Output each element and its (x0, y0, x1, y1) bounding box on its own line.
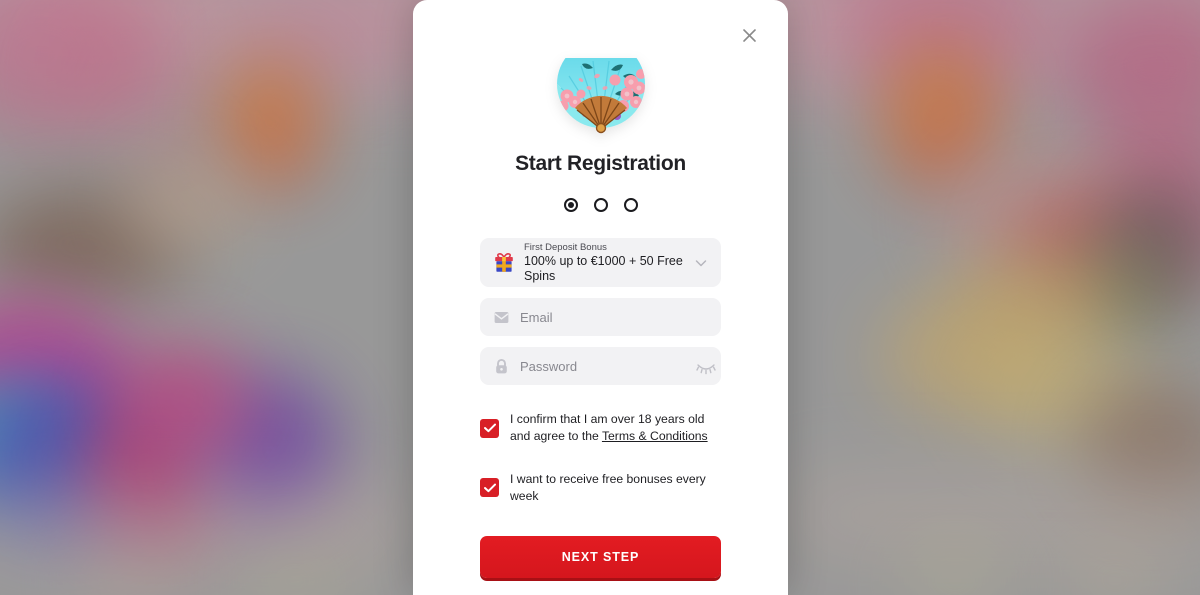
password-input[interactable] (520, 358, 696, 374)
age-terms-checkbox[interactable] (480, 418, 499, 438)
password-field[interactable] (480, 347, 721, 385)
terms-conditions-link[interactable]: Terms & Conditions (602, 429, 708, 443)
step-indicator (413, 198, 788, 212)
bonus-value: 100% up to €1000 + 50 Free Spins (524, 253, 683, 283)
email-field[interactable] (480, 298, 721, 336)
gift-box-icon (493, 252, 515, 274)
marketing-checkbox[interactable] (480, 478, 499, 498)
age-terms-row: I confirm that I am over 18 years old an… (480, 411, 721, 446)
bonus-text: First Deposit Bonus 100% up to €1000 + 5… (524, 242, 693, 284)
age-terms-label: I confirm that I am over 18 years old an… (510, 411, 721, 446)
marketing-row: I want to receive free bonuses every wee… (480, 471, 721, 506)
page-title: Start Registration (515, 152, 686, 175)
consent-checkboxes: I confirm that I am over 18 years old an… (480, 411, 721, 505)
envelope-icon (493, 309, 510, 326)
step-dot-2[interactable] (593, 198, 608, 212)
marketing-label: I want to receive free bonuses every wee… (510, 471, 706, 503)
next-step-button[interactable]: NEXT STEP (480, 536, 721, 579)
eye-off-icon[interactable] (696, 362, 716, 378)
step-dot-1[interactable] (563, 198, 578, 212)
registration-modal: Start Registration First Deposit Bonus 1… (413, 0, 788, 595)
bonus-label: First Deposit Bonus (524, 241, 607, 253)
step-dot-3[interactable] (623, 198, 638, 212)
email-input[interactable] (520, 309, 709, 325)
chevron-down-icon[interactable] (693, 255, 709, 271)
logo-container (413, 40, 788, 136)
close-icon[interactable] (736, 22, 762, 48)
lock-icon (493, 358, 510, 375)
registration-form: First Deposit Bonus 100% up to €1000 + 5… (480, 238, 721, 579)
japanese-folding-fan-icon (551, 40, 651, 136)
bonus-selector[interactable]: First Deposit Bonus 100% up to €1000 + 5… (480, 238, 721, 287)
